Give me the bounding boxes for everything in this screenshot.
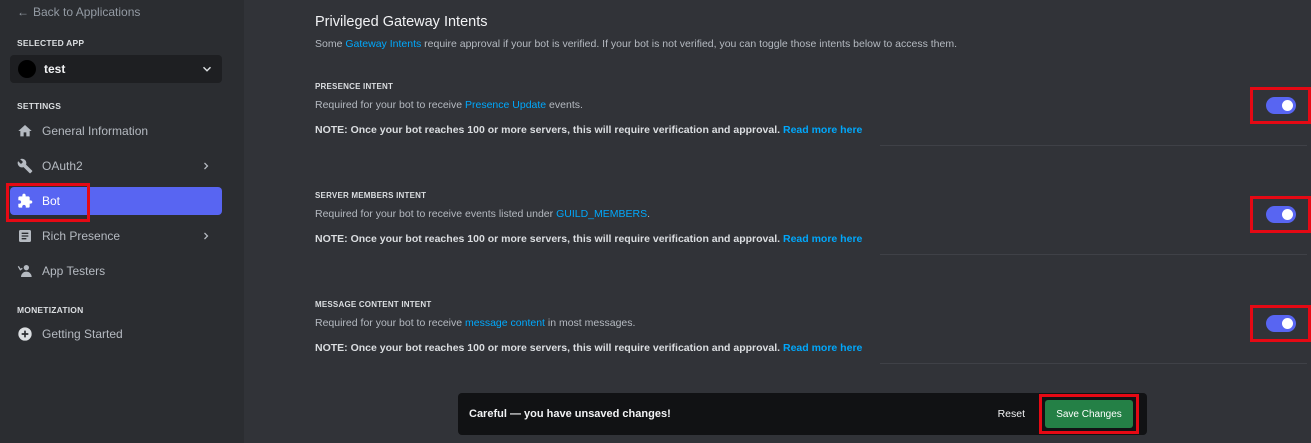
intent-desc-text: . xyxy=(647,208,651,220)
sidebar-item-label: App Testers xyxy=(42,264,106,278)
desc-text: Some xyxy=(315,38,346,50)
sidebar-item-rich-presence[interactable]: Rich Presence xyxy=(10,222,222,250)
chevron-down-icon xyxy=(202,66,212,72)
presence-intent-toggle-highlight xyxy=(1250,87,1311,124)
intent-desc-text: Required for your bot to receive events … xyxy=(315,208,557,220)
presence-intent-toggle[interactable] xyxy=(1265,97,1296,114)
presence-intent-heading: PRESENCE INTENT xyxy=(315,82,394,91)
sidebar-item-oauth2[interactable]: OAuth2 xyxy=(10,152,222,180)
message-content-link[interactable]: message content xyxy=(465,317,545,329)
presence-intent-note: NOTE: Once your bot reaches 100 or more … xyxy=(315,124,862,136)
message-content-intent-heading: MESSAGE CONTENT INTENT xyxy=(315,300,432,309)
page-title: Privileged Gateway Intents xyxy=(315,14,488,30)
page-description: Some Gateway Intents require approval if… xyxy=(315,38,957,50)
sidebar-item-label: Rich Presence xyxy=(42,229,121,243)
intent-note-text: NOTE: Once your bot reaches 100 or more … xyxy=(315,124,781,136)
sidebar-item-app-testers[interactable]: App Testers xyxy=(10,257,222,285)
server-members-intent-description: Required for your bot to receive events … xyxy=(315,208,650,220)
home-icon xyxy=(16,122,34,140)
puzzle-piece-icon xyxy=(16,192,34,210)
back-link-label: Back to Applications xyxy=(33,5,141,19)
guild-members-link[interactable]: GUILD_MEMBERS xyxy=(556,208,647,220)
settings-heading: SETTINGS xyxy=(17,101,62,111)
monetization-heading: MONETIZATION xyxy=(17,305,84,315)
read-more-link[interactable]: Read more here xyxy=(783,124,862,136)
message-content-intent-note: NOTE: Once your bot reaches 100 or more … xyxy=(315,342,862,354)
sidebar-item-bot[interactable]: Bot xyxy=(10,187,222,215)
intent-desc-text: Required for your bot to receive xyxy=(315,317,465,329)
sidebar-item-general-information[interactable]: General Information xyxy=(10,117,222,145)
plus-circle-icon xyxy=(16,325,34,343)
divider xyxy=(880,145,1307,146)
app-avatar xyxy=(18,60,36,78)
toggle-knob xyxy=(1281,100,1293,111)
divider xyxy=(880,254,1307,255)
document-icon xyxy=(16,227,34,245)
server-members-intent-heading: SERVER MEMBERS INTENT xyxy=(315,191,427,200)
intent-desc-text: events. xyxy=(546,99,583,111)
message-content-intent-description: Required for your bot to receive message… xyxy=(315,317,635,329)
save-button-highlight: Save Changes xyxy=(1039,394,1139,434)
message-content-intent-toggle-highlight xyxy=(1250,305,1311,342)
person-wave-icon xyxy=(16,262,34,280)
sidebar-item-getting-started[interactable]: Getting Started xyxy=(10,320,222,348)
intent-note-text: NOTE: Once your bot reaches 100 or more … xyxy=(315,342,781,354)
sidebar-item-label: Getting Started xyxy=(42,327,123,341)
chevron-right-icon xyxy=(204,232,209,240)
main-content: Privileged Gateway Intents Some Gateway … xyxy=(244,0,1311,443)
message-content-intent-toggle[interactable] xyxy=(1265,315,1296,332)
sidebar-item-label: OAuth2 xyxy=(42,159,83,173)
selected-app-heading: SELECTED APP xyxy=(17,38,85,48)
toggle-knob xyxy=(1281,209,1293,220)
sidebar: ← Back to Applications SELECTED APP test… xyxy=(0,0,244,443)
app-selector[interactable]: test xyxy=(10,55,222,83)
intent-desc-text: in most messages. xyxy=(544,317,636,329)
server-members-intent-toggle-highlight xyxy=(1250,196,1311,233)
sidebar-item-label: Bot xyxy=(42,194,61,208)
wrench-icon xyxy=(16,157,34,175)
chevron-right-icon xyxy=(204,162,209,170)
server-members-intent-note: NOTE: Once your bot reaches 100 or more … xyxy=(315,233,862,245)
read-more-link[interactable]: Read more here xyxy=(783,233,862,245)
arrow-left-icon: ← xyxy=(17,5,29,19)
intent-note-text: NOTE: Once your bot reaches 100 or more … xyxy=(315,233,781,245)
sidebar-item-label: General Information xyxy=(42,124,149,138)
reset-button[interactable]: Reset xyxy=(998,408,1025,420)
server-members-intent-toggle[interactable] xyxy=(1265,206,1296,223)
divider xyxy=(880,363,1307,364)
unsaved-changes-bar: Careful — you have unsaved changes! Rese… xyxy=(458,393,1147,435)
unsaved-changes-message: Careful — you have unsaved changes! xyxy=(469,408,671,420)
save-changes-button[interactable]: Save Changes xyxy=(1045,400,1133,428)
back-to-applications-link[interactable]: ← Back to Applications xyxy=(17,5,140,19)
gateway-intents-link[interactable]: Gateway Intents xyxy=(345,38,421,50)
read-more-link[interactable]: Read more here xyxy=(783,342,862,354)
app-name: test xyxy=(44,62,66,76)
desc-text: require approval if your bot is verified… xyxy=(421,38,958,50)
presence-update-link[interactable]: Presence Update xyxy=(465,99,546,111)
presence-intent-description: Required for your bot to receive Presenc… xyxy=(315,99,583,111)
intent-desc-text: Required for your bot to receive xyxy=(315,99,465,111)
toggle-knob xyxy=(1281,318,1293,329)
